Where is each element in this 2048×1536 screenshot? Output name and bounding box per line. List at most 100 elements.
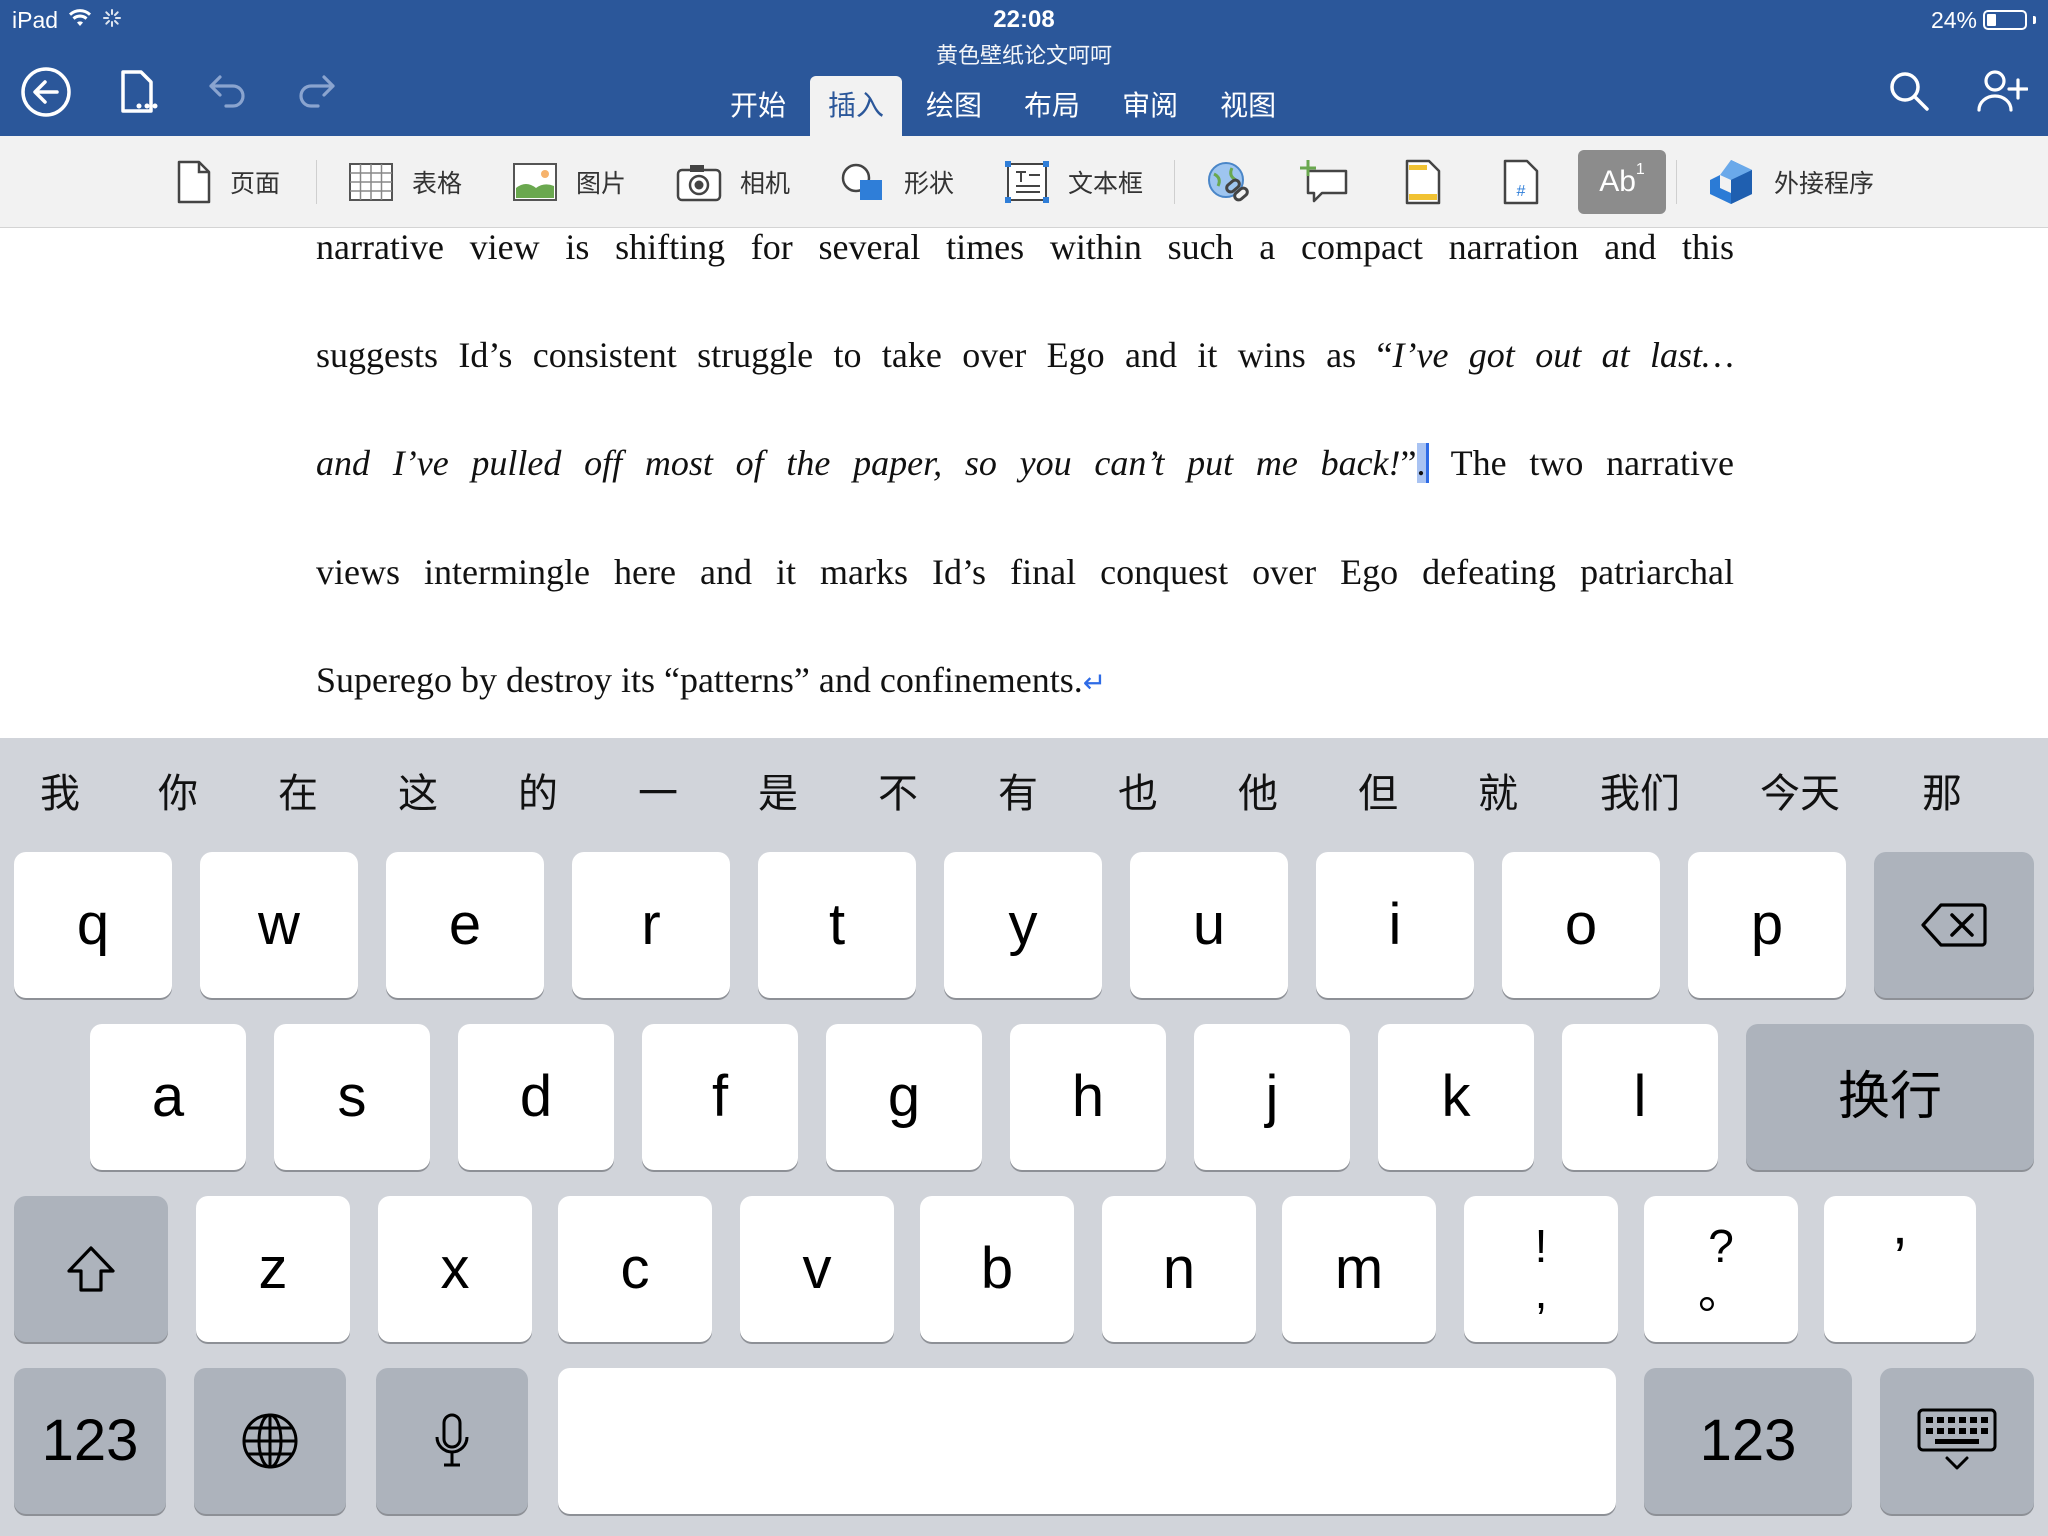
space-key[interactable] [558, 1368, 1616, 1514]
share-button[interactable] [1974, 66, 2030, 116]
insert-textbox-button[interactable]: 文本框 [1004, 136, 1143, 228]
key-b[interactable]: b [920, 1196, 1074, 1342]
candidate-word[interactable]: 在 [258, 766, 338, 822]
footnote-button[interactable]: Ab 1 [1578, 150, 1666, 214]
key-apostrophe[interactable]: ’ [1824, 1196, 1976, 1342]
key-v[interactable]: v [740, 1196, 894, 1342]
key-label: y [1008, 892, 1038, 957]
key-k[interactable]: k [1378, 1024, 1534, 1170]
file-menu-button[interactable] [114, 66, 164, 118]
key-a[interactable]: a [90, 1024, 246, 1170]
keyboard-dismiss-icon [1917, 1408, 1997, 1470]
key-i[interactable]: i [1316, 852, 1474, 998]
candidate-word[interactable]: 你 [138, 766, 218, 822]
page-number-button[interactable]: # [1502, 136, 1540, 228]
backspace-key[interactable] [1874, 852, 2034, 998]
insert-link-button[interactable] [1206, 136, 1252, 228]
footnote-superscript: 1 [1635, 161, 1645, 178]
key-o[interactable]: o [1502, 852, 1660, 998]
key-c[interactable]: c [558, 1196, 712, 1342]
key-t[interactable]: t [758, 852, 916, 998]
candidate-word[interactable]: 我 [20, 766, 100, 822]
candidate-word[interactable]: 一 [618, 766, 698, 822]
key-p[interactable]: p [1688, 852, 1846, 998]
insert-picture-button[interactable]: 图片 [512, 136, 626, 228]
undo-button[interactable] [204, 68, 250, 114]
microphone-icon [435, 1413, 469, 1467]
insert-table-button[interactable]: 表格 [348, 136, 462, 228]
tab-insert[interactable]: 插入 [810, 76, 903, 136]
key-exclamation-comma[interactable]: !, [1464, 1196, 1618, 1342]
key-n[interactable]: n [1102, 1196, 1256, 1342]
addins-button[interactable]: 外接程序 [1706, 136, 1874, 228]
doc-line-1[interactable]: narrative view is shifting for several t… [316, 228, 1734, 268]
camera-label: 相机 [740, 169, 791, 198]
candidate-word[interactable]: 但 [1338, 766, 1418, 822]
battery-percent: 24% [1930, 6, 1977, 33]
insert-page-button[interactable]: 页面 [176, 136, 280, 228]
key-z[interactable]: z [196, 1196, 350, 1342]
candidate-word[interactable]: 不 [858, 766, 938, 822]
candidate-word[interactable]: 那 [1902, 766, 1982, 822]
globe-key[interactable] [194, 1368, 346, 1514]
key-x[interactable]: x [378, 1196, 532, 1342]
doc-quote-italic: I’ve got out at last… [1392, 335, 1734, 375]
tab-layout[interactable]: 布局 [1006, 76, 1098, 136]
candidate-word[interactable]: 今天 [1750, 766, 1850, 822]
doc-line-3[interactable]: and I’ve pulled off most of the paper, s… [316, 442, 1734, 484]
document-canvas[interactable]: narrative view is shifting for several t… [0, 228, 2048, 738]
redo-button[interactable] [294, 68, 340, 114]
key-s[interactable]: s [274, 1024, 430, 1170]
back-button[interactable] [18, 64, 74, 120]
tab-draw[interactable]: 绘图 [908, 76, 1000, 136]
candidate-word[interactable]: 他 [1218, 766, 1298, 822]
key-g[interactable]: g [826, 1024, 982, 1170]
numbers-key-right[interactable]: 123 [1644, 1368, 1852, 1514]
key-r[interactable]: r [572, 852, 730, 998]
key-label: h [1071, 1064, 1105, 1129]
key-d[interactable]: d [458, 1024, 614, 1170]
search-button[interactable] [1886, 68, 1932, 114]
key-l[interactable]: l [1562, 1024, 1718, 1170]
key-y[interactable]: y [944, 852, 1102, 998]
doc-line-4[interactable]: views intermingle here and it marks Id’s… [316, 551, 1734, 593]
candidate-word[interactable]: 是 [738, 766, 818, 822]
svg-text:#: # [1517, 183, 1526, 200]
document-title[interactable]: 黄色壁纸论文呵呵 [0, 38, 2048, 70]
insert-comment-button[interactable] [1300, 136, 1348, 228]
key-u[interactable]: u [1130, 852, 1288, 998]
page-icon [176, 160, 212, 204]
undo-icon [209, 75, 245, 108]
tab-view[interactable]: 视图 [1202, 76, 1294, 136]
key-f[interactable]: f [642, 1024, 798, 1170]
candidate-word[interactable]: 有 [978, 766, 1058, 822]
doc-line-5[interactable]: Superego by destroy its “patterns” and c… [316, 659, 1734, 701]
key-label: d [519, 1064, 553, 1129]
return-key[interactable]: 换行 [1746, 1024, 2034, 1170]
key-label: t [828, 892, 846, 957]
header-footer-button[interactable] [1404, 136, 1442, 228]
candidate-word[interactable]: 的 [498, 766, 578, 822]
key-m[interactable]: m [1282, 1196, 1436, 1342]
key-q[interactable]: q [14, 852, 172, 998]
candidate-word[interactable]: 我们 [1590, 766, 1690, 822]
dismiss-keyboard-key[interactable] [1880, 1368, 2034, 1514]
shift-key[interactable] [14, 1196, 168, 1342]
key-e[interactable]: e [386, 852, 544, 998]
insert-shapes-button[interactable]: 形状 [840, 136, 954, 228]
candidate-word[interactable]: 这 [378, 766, 458, 822]
key-j[interactable]: j [1194, 1024, 1350, 1170]
key-h[interactable]: h [1010, 1024, 1166, 1170]
key-w[interactable]: w [200, 852, 358, 998]
textbox-label: 文本框 [1068, 169, 1144, 198]
candidate-word[interactable]: 就 [1458, 766, 1538, 822]
key-question-period[interactable]: ?。 [1644, 1196, 1798, 1342]
tab-review[interactable]: 审阅 [1104, 76, 1196, 136]
tab-home[interactable]: 开始 [712, 76, 804, 136]
ribbon-tabs: 开始 插入 绘图 布局 审阅 视图 [712, 76, 1300, 136]
doc-line-2[interactable]: suggests Id’s consistent struggle to tak… [316, 334, 1734, 376]
candidate-word[interactable]: 也 [1098, 766, 1178, 822]
numbers-key-left[interactable]: 123 [14, 1368, 166, 1514]
insert-camera-button[interactable]: 相机 [676, 136, 790, 228]
dictation-key[interactable] [376, 1368, 528, 1514]
